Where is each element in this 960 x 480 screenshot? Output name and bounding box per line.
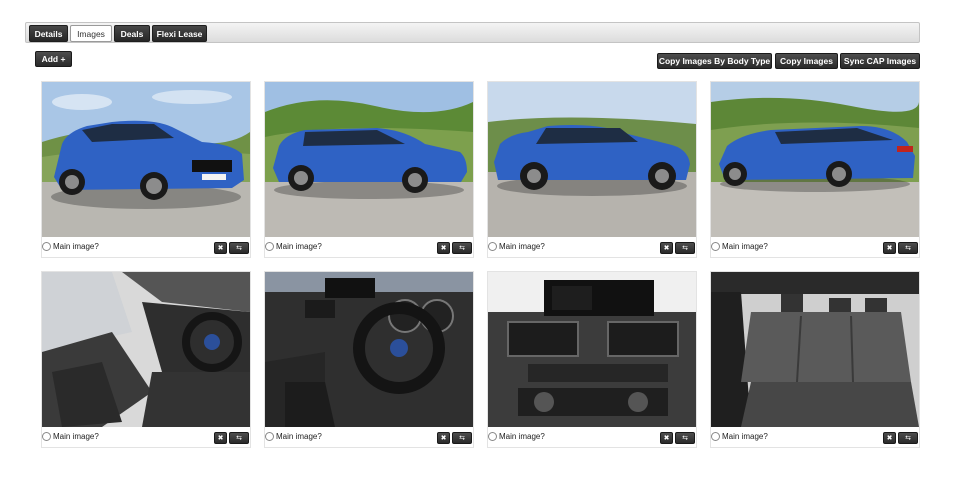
main-image-radio[interactable] <box>711 432 720 441</box>
main-image-radio[interactable] <box>711 242 720 251</box>
close-icon: ✖ <box>886 245 893 252</box>
image-card-footer: Main image? ✖ ⇆ <box>488 429 696 447</box>
image-card-footer: Main image? ✖ ⇆ <box>265 429 473 447</box>
main-image-label: Main image? <box>53 242 99 251</box>
tab-bar: Details Images Deals Flexi Lease <box>25 22 920 43</box>
image-card: Main image? ✖ ⇆ <box>487 81 697 258</box>
sync-cap-images-button[interactable]: Sync CAP Images <box>840 53 920 69</box>
interior-photo[interactable] <box>488 272 696 427</box>
delete-button[interactable]: ✖ <box>883 432 896 444</box>
main-image-label: Main image? <box>276 242 322 251</box>
main-image-label: Main image? <box>722 242 768 251</box>
main-image-radio[interactable] <box>42 242 51 251</box>
main-image-label: Main image? <box>276 432 322 441</box>
car-photo[interactable] <box>42 82 250 237</box>
image-card-footer: Main image? ✖ ⇆ <box>265 239 473 257</box>
link-button[interactable]: ⇆ <box>229 432 249 444</box>
link-icon: ⇆ <box>905 435 911 442</box>
link-button[interactable]: ⇆ <box>452 242 472 254</box>
main-image-label: Main image? <box>722 432 768 441</box>
car-photo[interactable] <box>711 82 919 237</box>
image-card-footer: Main image? ✖ ⇆ <box>711 239 919 257</box>
close-icon: ✖ <box>663 245 670 252</box>
main-image-label: Main image? <box>53 432 99 441</box>
interior-photo[interactable] <box>711 272 919 427</box>
link-icon: ⇆ <box>236 435 242 442</box>
main-image-radio[interactable] <box>42 432 51 441</box>
link-button[interactable]: ⇆ <box>229 242 249 254</box>
main-image-radio[interactable] <box>488 242 497 251</box>
link-button[interactable]: ⇆ <box>675 432 695 444</box>
main-image-radio[interactable] <box>265 242 274 251</box>
interior-photo[interactable] <box>265 272 473 427</box>
car-photo[interactable] <box>488 82 696 237</box>
link-icon: ⇆ <box>236 245 242 252</box>
link-button[interactable]: ⇆ <box>898 242 918 254</box>
main-image-label: Main image? <box>499 242 545 251</box>
link-icon: ⇆ <box>459 245 465 252</box>
delete-button[interactable]: ✖ <box>437 242 450 254</box>
close-icon: ✖ <box>217 435 224 442</box>
car-photo[interactable] <box>265 82 473 237</box>
link-icon: ⇆ <box>459 435 465 442</box>
delete-button[interactable]: ✖ <box>214 242 227 254</box>
close-icon: ✖ <box>886 435 893 442</box>
close-icon: ✖ <box>440 435 447 442</box>
tab-details[interactable]: Details <box>29 25 68 42</box>
main-image-radio[interactable] <box>265 432 274 441</box>
add-image-button[interactable]: Add + <box>35 51 72 67</box>
delete-button[interactable]: ✖ <box>214 432 227 444</box>
link-icon: ⇆ <box>682 245 688 252</box>
link-icon: ⇆ <box>682 435 688 442</box>
image-card-footer: Main image? ✖ ⇆ <box>42 239 250 257</box>
interior-photo[interactable] <box>42 272 250 427</box>
link-button[interactable]: ⇆ <box>452 432 472 444</box>
image-card: Main image? ✖ ⇆ <box>710 81 920 258</box>
image-card-footer: Main image? ✖ ⇆ <box>488 239 696 257</box>
image-card: Main image? ✖ ⇆ <box>41 81 251 258</box>
link-icon: ⇆ <box>905 245 911 252</box>
close-icon: ✖ <box>663 435 670 442</box>
close-icon: ✖ <box>217 245 224 252</box>
main-image-radio[interactable] <box>488 432 497 441</box>
tab-flexi-lease[interactable]: Flexi Lease <box>152 25 207 42</box>
tab-deals[interactable]: Deals <box>114 25 150 42</box>
image-card: Main image? ✖ ⇆ <box>710 271 920 448</box>
image-card: Main image? ✖ ⇆ <box>41 271 251 448</box>
copy-images-by-body-type-button[interactable]: Copy Images By Body Type <box>657 53 772 69</box>
delete-button[interactable]: ✖ <box>660 242 673 254</box>
image-card: Main image? ✖ ⇆ <box>264 81 474 258</box>
close-icon: ✖ <box>440 245 447 252</box>
delete-button[interactable]: ✖ <box>660 432 673 444</box>
image-card: Main image? ✖ ⇆ <box>487 271 697 448</box>
main-image-label: Main image? <box>499 432 545 441</box>
image-card-footer: Main image? ✖ ⇆ <box>711 429 919 447</box>
link-button[interactable]: ⇆ <box>898 432 918 444</box>
delete-button[interactable]: ✖ <box>437 432 450 444</box>
link-button[interactable]: ⇆ <box>675 242 695 254</box>
tab-images[interactable]: Images <box>70 25 112 42</box>
delete-button[interactable]: ✖ <box>883 242 896 254</box>
copy-images-button[interactable]: Copy Images <box>775 53 838 69</box>
image-card-footer: Main image? ✖ ⇆ <box>42 429 250 447</box>
image-card: Main image? ✖ ⇆ <box>264 271 474 448</box>
